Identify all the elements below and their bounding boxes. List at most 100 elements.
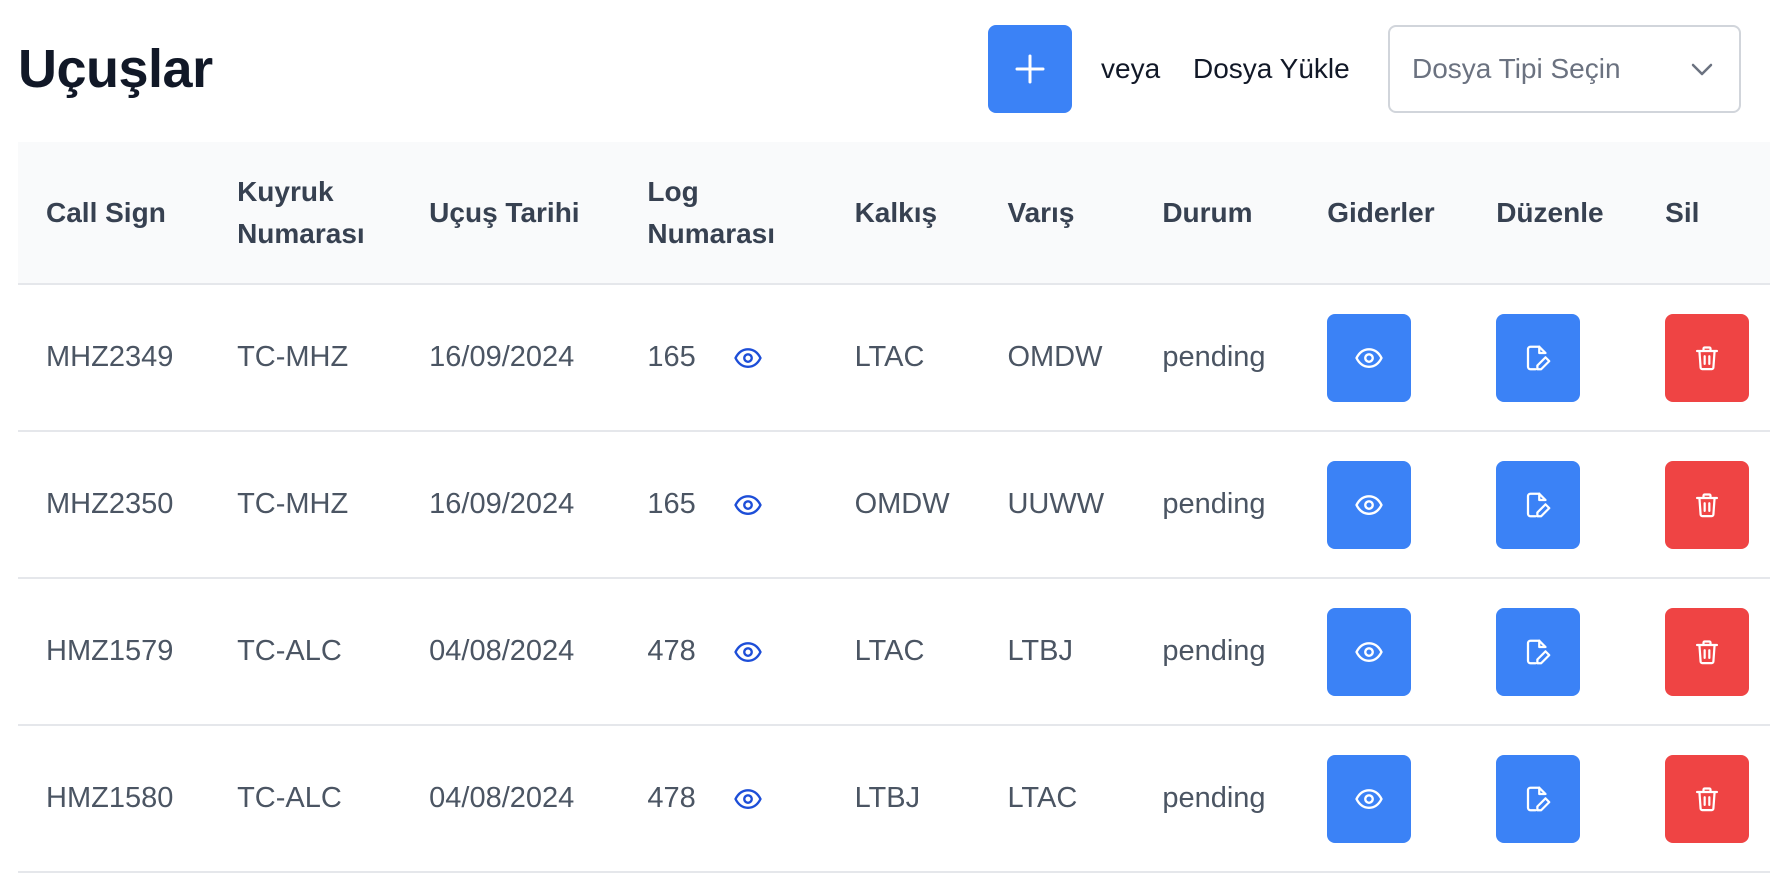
cell-tail-number: TC-MHZ bbox=[237, 341, 349, 373]
table-header-row: Call Sign Kuyruk Numarası Uçuş Tarihi Lo… bbox=[18, 142, 1770, 284]
cell-edit bbox=[1468, 578, 1637, 725]
table-row: HMZ1580 TC-ALC 04/08/2024 478 LTBJ LTAC … bbox=[18, 725, 1770, 872]
col-tail-number: Kuyruk Numarası bbox=[209, 142, 401, 284]
plus-icon bbox=[1015, 54, 1045, 84]
file-type-placeholder: Dosya Tipi Seçin bbox=[1412, 53, 1621, 84]
log-number-value: 478 bbox=[647, 635, 696, 667]
cell-expenses bbox=[1299, 725, 1468, 872]
cell-arrival: OMDW bbox=[1007, 341, 1103, 373]
col-status: Durum bbox=[1162, 196, 1253, 228]
view-log-eye-icon[interactable] bbox=[733, 784, 763, 814]
col-call-sign: Call Sign bbox=[46, 196, 166, 228]
col-departure: Kalkış bbox=[854, 196, 938, 228]
cell-tail-number: TC-ALC bbox=[237, 782, 342, 814]
cell-arrival: UUWW bbox=[1007, 488, 1105, 520]
cell-delete bbox=[1637, 725, 1770, 872]
view-log-eye-icon[interactable] bbox=[733, 343, 763, 373]
cell-arrival: LTAC bbox=[1007, 782, 1078, 814]
trash-icon bbox=[1696, 639, 1719, 664]
or-text: veya bbox=[1101, 53, 1161, 84]
cell-status: pending bbox=[1162, 635, 1266, 667]
table-row: HMZ1579 TC-ALC 04/08/2024 478 LTAC LTBJ … bbox=[18, 578, 1770, 725]
edit-file-icon bbox=[1527, 639, 1551, 664]
cell-arrival: LTBJ bbox=[1007, 635, 1073, 667]
log-number-value: 165 bbox=[647, 341, 696, 373]
cell-log-number: 478 bbox=[619, 578, 826, 725]
eye-icon bbox=[1355, 788, 1383, 809]
col-tail-number-line2: Numarası bbox=[237, 217, 365, 249]
edit-button[interactable] bbox=[1496, 754, 1581, 843]
cell-edit bbox=[1468, 284, 1637, 431]
cell-status: pending bbox=[1162, 341, 1266, 373]
col-log-number-line2: Numarası bbox=[647, 217, 776, 249]
cell-log-number: 165 bbox=[619, 431, 826, 578]
cell-edit bbox=[1468, 431, 1637, 578]
delete-button[interactable] bbox=[1665, 607, 1750, 696]
cell-departure: LTAC bbox=[854, 635, 925, 667]
cell-delete bbox=[1637, 284, 1770, 431]
cell-call-sign: MHZ2349 bbox=[46, 341, 174, 373]
cell-expenses bbox=[1299, 431, 1468, 578]
eye-icon bbox=[1355, 494, 1383, 515]
delete-button[interactable] bbox=[1665, 313, 1750, 402]
cell-delete bbox=[1637, 578, 1770, 725]
col-expenses: Giderler bbox=[1327, 196, 1435, 228]
col-edit: Düzenle bbox=[1496, 196, 1604, 228]
cell-expenses bbox=[1299, 578, 1468, 725]
cell-delete bbox=[1637, 431, 1770, 578]
cell-call-sign: MHZ2350 bbox=[46, 488, 174, 520]
view-expenses-button[interactable] bbox=[1327, 754, 1412, 843]
log-number-value: 165 bbox=[647, 488, 696, 520]
flights-table: Call Sign Kuyruk Numarası Uçuş Tarihi Lo… bbox=[18, 142, 1770, 873]
cell-edit bbox=[1468, 725, 1637, 872]
col-flight-date: Uçuş Tarihi bbox=[429, 196, 580, 228]
view-expenses-button[interactable] bbox=[1327, 460, 1412, 549]
cell-flight-date: 16/09/2024 bbox=[429, 488, 575, 520]
edit-file-icon bbox=[1527, 345, 1551, 370]
cell-call-sign: HMZ1579 bbox=[46, 635, 174, 667]
view-log-eye-icon[interactable] bbox=[733, 490, 763, 520]
edit-button[interactable] bbox=[1496, 607, 1581, 696]
view-expenses-button[interactable] bbox=[1327, 607, 1412, 696]
delete-button[interactable] bbox=[1665, 460, 1750, 549]
edit-file-icon bbox=[1527, 786, 1551, 811]
add-flight-button[interactable] bbox=[988, 25, 1072, 113]
log-number-value: 478 bbox=[647, 782, 696, 814]
cell-departure: OMDW bbox=[854, 488, 950, 520]
trash-icon bbox=[1696, 786, 1719, 811]
cell-status: pending bbox=[1162, 782, 1266, 814]
cell-departure: LTBJ bbox=[854, 782, 921, 814]
cell-call-sign: HMZ1580 bbox=[46, 782, 174, 814]
cell-flight-date: 16/09/2024 bbox=[429, 341, 575, 373]
col-log-number: Log Numarası bbox=[619, 142, 826, 284]
table-row: MHZ2349 TC-MHZ 16/09/2024 165 LTAC OMDW … bbox=[18, 284, 1770, 431]
edit-button[interactable] bbox=[1496, 460, 1581, 549]
col-delete: Sil bbox=[1665, 196, 1700, 228]
view-expenses-button[interactable] bbox=[1327, 313, 1412, 402]
cell-tail-number: TC-ALC bbox=[237, 635, 342, 667]
eye-icon bbox=[1355, 641, 1383, 662]
chevron-down-icon bbox=[1687, 54, 1717, 84]
eye-icon bbox=[1355, 347, 1383, 368]
cell-expenses bbox=[1299, 284, 1468, 431]
trash-icon bbox=[1696, 345, 1719, 370]
edit-button[interactable] bbox=[1496, 313, 1581, 402]
upload-file-button[interactable]: Dosya Yükle bbox=[1193, 52, 1350, 86]
cell-status: pending bbox=[1162, 488, 1266, 520]
view-log-eye-icon[interactable] bbox=[733, 637, 763, 667]
file-type-select[interactable]: Dosya Tipi Seçin bbox=[1388, 25, 1741, 113]
cell-log-number: 165 bbox=[619, 284, 826, 431]
table-row: MHZ2350 TC-MHZ 16/09/2024 165 OMDW UUWW … bbox=[18, 431, 1770, 578]
cell-tail-number: TC-MHZ bbox=[237, 488, 349, 520]
delete-button[interactable] bbox=[1665, 754, 1750, 843]
cell-flight-date: 04/08/2024 bbox=[429, 782, 575, 814]
page-title: Uçuşlar bbox=[18, 39, 213, 99]
cell-flight-date: 04/08/2024 bbox=[429, 635, 575, 667]
cell-departure: LTAC bbox=[854, 341, 925, 373]
col-arrival: Varış bbox=[1007, 196, 1075, 228]
cell-log-number: 478 bbox=[619, 725, 826, 872]
col-log-number-line1: Log bbox=[647, 175, 699, 207]
edit-file-icon bbox=[1527, 492, 1551, 517]
trash-icon bbox=[1696, 492, 1719, 517]
col-tail-number-line1: Kuyruk bbox=[237, 175, 334, 207]
